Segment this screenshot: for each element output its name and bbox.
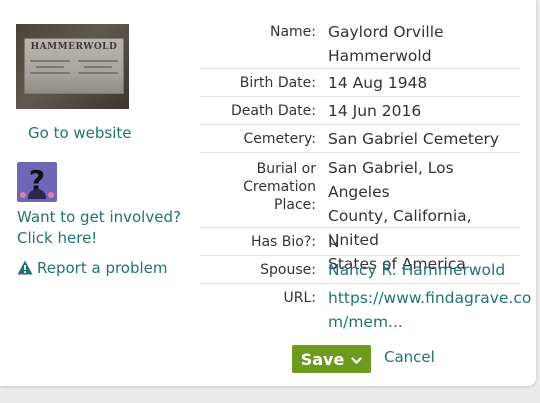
- detail-row-name: Name: Gaylord Orville Hammerwold: [200, 14, 520, 68]
- warning-triangle-icon: [17, 260, 33, 279]
- report-problem-link[interactable]: Report a problem: [17, 259, 168, 279]
- has-bio-label: Has Bio?:: [250, 234, 316, 250]
- headstone-stone: HAMMERWOLD: [24, 38, 124, 94]
- memorial-card: HAMMERWOLD Go to website ? Want to get i…: [0, 0, 536, 386]
- get-involved-link[interactable]: Want to get involved? Click here!: [17, 207, 181, 249]
- death-date-value: 14 Jun 2016: [328, 102, 422, 120]
- go-to-website-link[interactable]: Go to website: [28, 124, 132, 142]
- detail-row-url: URL: https://www.findagrave.co m/mem...: [200, 283, 531, 338]
- spouse-label: Spouse:: [260, 262, 316, 278]
- question-mark-icon[interactable]: ?: [17, 162, 57, 202]
- headstone-photo[interactable]: HAMMERWOLD: [16, 24, 129, 109]
- headstone-surname: HAMMERWOLD: [30, 42, 118, 52]
- name-value: Gaylord Orville Hammerwold: [328, 23, 444, 65]
- save-button[interactable]: Save: [292, 345, 371, 373]
- detail-row-spouse: Spouse: Nancy R. Hammerwold: [200, 255, 520, 284]
- chevron-down-icon: [351, 350, 362, 369]
- url-label: URL:: [283, 290, 317, 306]
- cemetery-value: San Gabriel Cemetery: [328, 130, 500, 148]
- burial-place-label: Burial or Cremation Place:: [243, 161, 316, 213]
- detail-row-birth: Birth Date: 14 Aug 1948: [200, 68, 520, 97]
- save-label: Save: [300, 349, 345, 369]
- get-involved-line1: Want to get involved?: [17, 208, 181, 226]
- birth-date-label: Birth Date:: [239, 75, 316, 91]
- url-link[interactable]: https://www.findagrave.co m/mem...: [328, 286, 531, 334]
- cemetery-label: Cemetery:: [243, 131, 316, 147]
- detail-row-bio: Has Bio?: N: [200, 227, 520, 256]
- name-label: Name:: [269, 24, 316, 40]
- birth-date-value: 14 Aug 1948: [328, 74, 428, 92]
- get-involved-line2: Click here!: [17, 229, 98, 247]
- death-date-label: Death Date:: [231, 103, 316, 119]
- has-bio-value: N: [328, 233, 340, 251]
- detail-row-death: Death Date: 14 Jun 2016: [200, 96, 520, 125]
- report-problem-label: Report a problem: [37, 259, 168, 277]
- detail-row-burial: Burial or Cremation Place: San Gabriel, …: [200, 152, 520, 273]
- detail-row-cemetery: Cemetery: San Gabriel Cemetery: [200, 124, 520, 153]
- cancel-button[interactable]: Cancel: [384, 348, 435, 366]
- spouse-link[interactable]: Nancy R. Hammerwold: [328, 258, 514, 282]
